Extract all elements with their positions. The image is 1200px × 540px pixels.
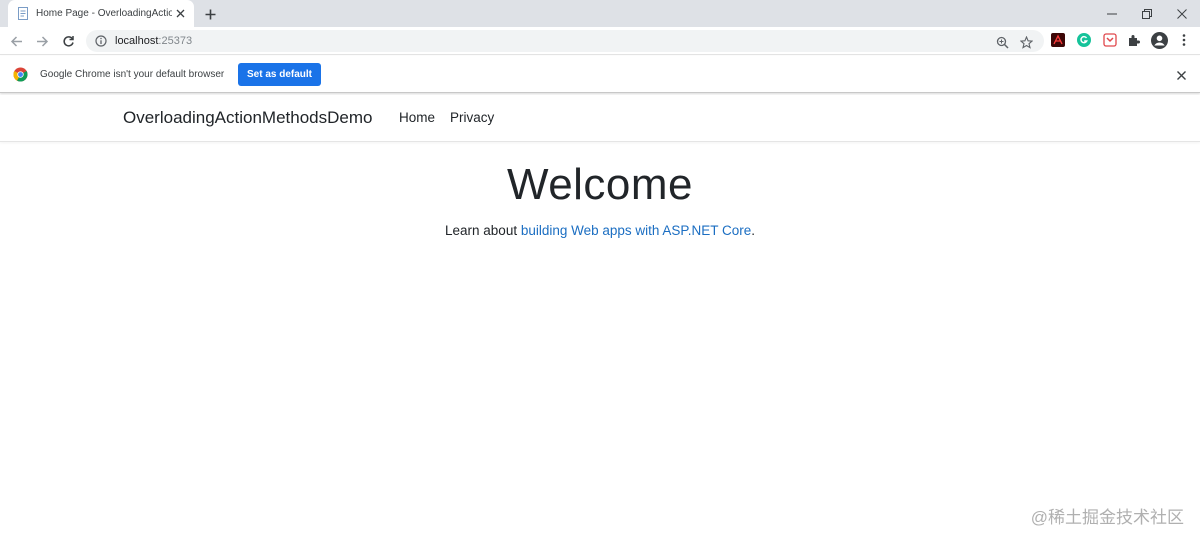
address-bar[interactable]: localhost:25373 [86, 30, 1044, 52]
page-favicon-icon [16, 7, 30, 21]
infobar-message: Google Chrome isn't your default browser [40, 69, 225, 80]
pocket-icon[interactable] [1102, 32, 1118, 48]
minimize-icon [1107, 13, 1117, 14]
nav-link-home[interactable]: Home [399, 110, 435, 125]
site-brand-link[interactable]: OverloadingActionMethodsDemo [123, 108, 372, 128]
restore-icon [1142, 8, 1152, 19]
site-navbar: OverloadingActionMethodsDemo Home Privac… [0, 95, 1200, 142]
close-icon [1177, 8, 1187, 19]
browser-tab[interactable]: Home Page - OverloadingActionMethodsDemo [8, 0, 194, 27]
learn-lead-text: Learn about [445, 223, 521, 238]
chrome-logo-icon [13, 67, 28, 82]
browser-toolbar: localhost:25373 [0, 27, 1200, 55]
url-host: localhost [115, 35, 159, 47]
close-window-button[interactable] [1164, 0, 1200, 27]
learn-trailing-text: . [751, 223, 755, 238]
arrow-left-icon [10, 35, 22, 47]
back-button[interactable] [6, 31, 26, 51]
tab-close-icon[interactable] [172, 6, 188, 22]
new-tab-button[interactable] [200, 4, 220, 24]
plus-icon [205, 9, 215, 19]
page-heading: Welcome [506, 160, 694, 209]
tab-title: Home Page - OverloadingActionMethodsDemo [36, 8, 172, 19]
menu-kebab-icon[interactable] [1176, 32, 1192, 48]
reload-icon [62, 35, 74, 47]
aspnet-docs-link[interactable]: building Web apps with ASP.NET Core [521, 223, 751, 238]
bookmark-star-icon[interactable] [1018, 34, 1034, 50]
url-port: :25373 [158, 35, 193, 47]
learn-paragraph: Learn about building Web apps with ASP.N… [0, 223, 1200, 238]
info-icon[interactable] [94, 34, 108, 48]
extensions-puzzle-icon[interactable] [1126, 32, 1142, 48]
watermark: @稀土掘金技术社区 [1030, 508, 1184, 527]
pdf-extension-icon[interactable] [1050, 32, 1066, 48]
arrow-right-icon [36, 35, 48, 47]
url-text: localhost:25373 [115, 35, 192, 47]
infobar-close-icon[interactable] [1174, 68, 1188, 82]
forward-button[interactable] [32, 31, 52, 51]
restore-button[interactable] [1129, 0, 1165, 27]
grammarly-icon[interactable] [1076, 32, 1092, 48]
reload-button[interactable] [58, 31, 78, 51]
minimize-button[interactable] [1094, 0, 1130, 27]
set-as-default-button[interactable]: Set as default [238, 63, 321, 86]
tab-strip: Home Page - OverloadingActionMethodsDemo [0, 0, 1200, 27]
nav-link-privacy[interactable]: Privacy [450, 110, 494, 125]
profile-avatar-icon[interactable] [1150, 31, 1168, 49]
default-browser-infobar: Google Chrome isn't your default browser… [0, 56, 1200, 93]
zoom-icon[interactable] [994, 34, 1010, 50]
